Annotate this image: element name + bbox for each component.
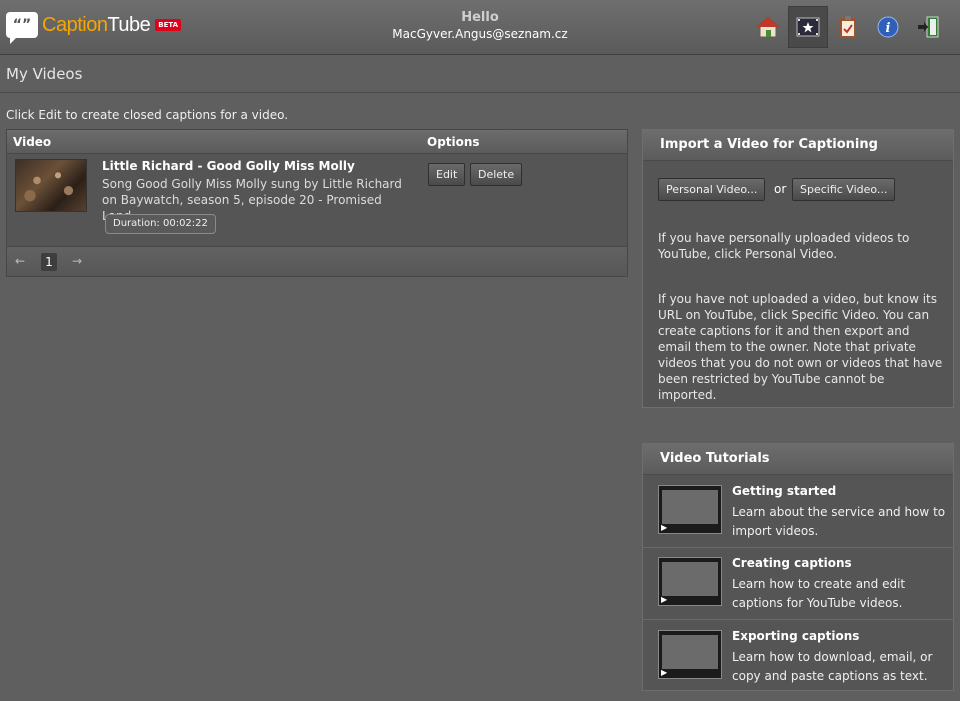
tutorial-thumbnail[interactable]: ▶	[658, 557, 722, 606]
logo-caption: Caption	[42, 13, 108, 36]
play-icon: ▶	[661, 595, 668, 604]
video-table: Video Options Little Richard - Good Goll…	[6, 129, 628, 277]
quote-bubble-icon: “”	[6, 12, 38, 44]
tutorial-screen	[662, 635, 718, 669]
tutorial-thumbnail[interactable]: ▶	[658, 485, 722, 534]
play-icon: ▶	[661, 523, 668, 532]
tutorial-getting-started[interactable]: ▶ Getting started Learn about the servic…	[643, 476, 953, 548]
column-options: Options	[427, 135, 480, 149]
tutorial-description: Learn how to download, email, or copy an…	[732, 650, 933, 683]
captiontube-logo[interactable]: “” CaptionTube BETA	[6, 11, 182, 44]
tutorial-thumbnail[interactable]: ▶	[658, 630, 722, 679]
tutorial-creating-captions[interactable]: ▶ Creating captions Learn how to create …	[643, 548, 953, 620]
personal-video-button[interactable]: Personal Video...	[658, 178, 766, 201]
prev-page-arrow-icon[interactable]: ←	[15, 254, 25, 268]
info-icon: i	[877, 16, 899, 38]
specific-video-button[interactable]: Specific Video...	[792, 178, 896, 201]
tutorials-panel-title: Video Tutorials	[643, 444, 953, 475]
tutorial-title[interactable]: Getting started	[732, 484, 836, 498]
column-video: Video	[13, 135, 52, 149]
clipboard-check-icon	[840, 16, 856, 38]
instruction-text: Click Edit to create closed captions for…	[6, 108, 289, 122]
main-nav: i	[748, 6, 948, 48]
user-email: MacGyver.Angus@seznam.cz	[392, 27, 568, 41]
tutorial-exporting-captions[interactable]: ▶ Exporting captions Learn how to downlo…	[643, 621, 953, 693]
tasks-button[interactable]	[828, 6, 868, 48]
logout-icon	[918, 16, 939, 38]
video-thumbnail[interactable]	[15, 159, 87, 212]
tutorial-screen	[662, 562, 718, 596]
logout-button[interactable]	[908, 6, 948, 48]
home-icon	[755, 16, 781, 38]
tutorial-description: Learn about the service and how to impor…	[732, 505, 946, 538]
video-title: Little Richard - Good Golly Miss Molly	[102, 159, 355, 173]
next-page-arrow-icon[interactable]: →	[72, 254, 82, 268]
greeting-text: Hello	[461, 10, 499, 25]
tutorial-screen	[662, 490, 718, 524]
import-panel-title: Import a Video for Captioning	[643, 130, 953, 161]
info-button[interactable]: i	[868, 6, 908, 48]
page-title-bar: My Videos	[0, 55, 960, 93]
page-number[interactable]: 1	[41, 253, 57, 271]
specific-video-help: If you have not uploaded a video, but kn…	[658, 292, 943, 402]
or-text: or	[774, 182, 787, 196]
tutorials-panel: Video Tutorials ▶ Getting started Learn …	[642, 443, 954, 691]
tutorial-title[interactable]: Exporting captions	[732, 629, 859, 643]
my-videos-button[interactable]	[788, 6, 828, 48]
table-row: Little Richard - Good Golly Miss Molly S…	[7, 154, 627, 246]
play-icon: ▶	[661, 668, 668, 677]
home-button[interactable]	[748, 6, 788, 48]
my-videos-icon	[796, 17, 820, 37]
duration-badge: Duration: 00:02:22	[105, 214, 216, 234]
tutorial-title[interactable]: Creating captions	[732, 556, 852, 570]
logo-tube: Tube	[107, 13, 151, 36]
svg-text:i: i	[886, 21, 891, 36]
page-title: My Videos	[6, 65, 83, 83]
tutorial-description: Learn how to create and edit captions fo…	[732, 577, 906, 610]
personal-video-help: If you have personally uploaded videos t…	[658, 231, 910, 261]
top-header: “” CaptionTube BETA Hello MacGyver.Angus…	[0, 0, 960, 55]
table-header: Video Options	[7, 130, 627, 154]
logo-text: CaptionTube	[42, 13, 151, 37]
pagination-bar: ← 1 →	[7, 246, 627, 276]
delete-button[interactable]: Delete	[470, 163, 523, 186]
beta-badge: BETA	[155, 19, 182, 31]
import-panel: Import a Video for Captioning Personal V…	[642, 129, 954, 408]
edit-button[interactable]: Edit	[428, 163, 466, 186]
user-greeting: Hello MacGyver.Angus@seznam.cz	[340, 10, 620, 41]
